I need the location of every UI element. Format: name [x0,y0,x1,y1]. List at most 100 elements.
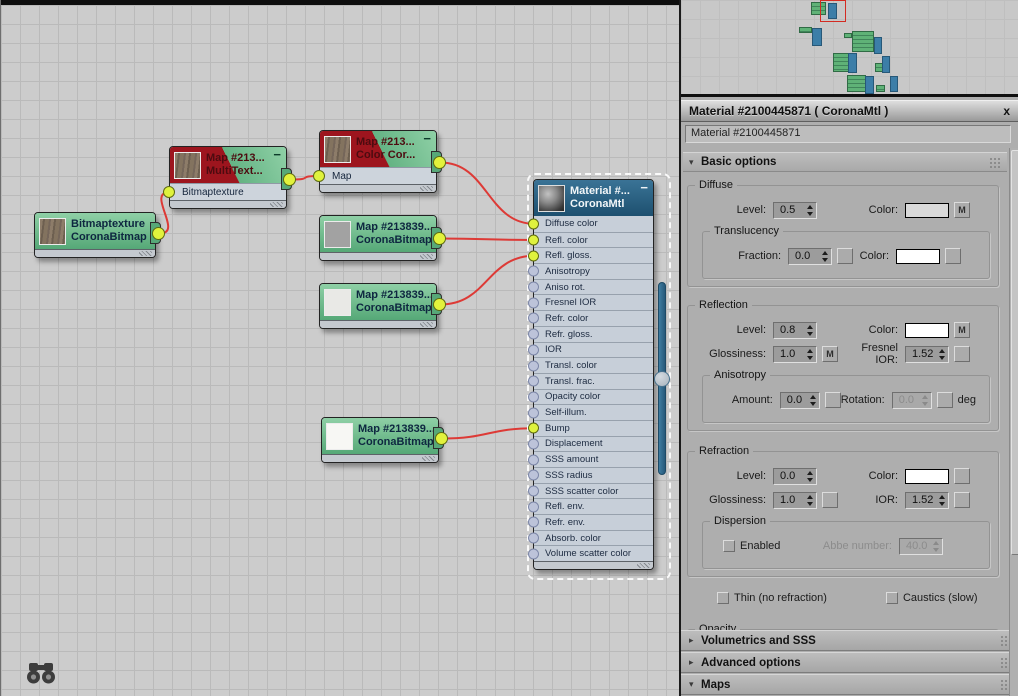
diffuse-level-spinner[interactable]: 0.5 [773,201,817,219]
input-socket[interactable] [528,407,539,419]
material-input-slot[interactable]: Refl. color [528,231,653,248]
input-socket[interactable] [528,516,539,528]
panel-scrollbar[interactable] [1009,148,1018,696]
node-footer[interactable] [320,320,436,328]
node-reflmap[interactable]: Map #213839... CoronaBitmap [319,215,446,261]
node-scrollbar-knob[interactable] [654,371,670,387]
spinner-arrows-icon[interactable] [807,324,816,336]
input-socket[interactable] [528,344,539,356]
input-socket[interactable] [528,438,539,450]
fresnel-ior-map-button[interactable] [954,346,970,362]
navigator-minimap[interactable] [681,0,1018,97]
refraction-ior-spinner[interactable]: 1.52 [905,491,949,509]
refraction-color-swatch[interactable] [905,468,949,484]
binoculars-icon[interactable] [25,661,57,690]
node-footer[interactable] [320,184,436,192]
input-socket[interactable] [528,328,539,340]
collapse-icon[interactable]: − [423,132,431,145]
panel-title-bar[interactable]: Material #2100445871 ( CoronaMtl ) x [681,100,1018,122]
node-header[interactable]: Map #213... Color Cor... − [320,131,436,167]
reflection-color-swatch[interactable] [905,322,949,338]
reflection-color-map-button[interactable]: M [954,322,970,338]
input-slot-bitmaptexture[interactable]: Bitmaptexture [163,183,286,200]
output-socket[interactable] [433,156,446,169]
node-editor-canvas[interactable]: Bitmaptexture CoronaBitmap Map #213... M… [0,0,679,696]
rollout-volumetrics-sss[interactable]: ▸ Volumetrics and SSS [681,630,1018,651]
node-bumpmap[interactable]: Map #213839... CoronaBitmap [321,417,448,463]
output-socket[interactable] [433,298,446,311]
material-input-slot[interactable]: Displacement [528,435,653,452]
dispersion-enabled-checkbox[interactable] [723,540,735,552]
input-socket[interactable] [528,422,539,434]
refraction-level-spinner[interactable]: 0.0 [773,467,817,485]
spinner-arrows-icon[interactable] [807,494,816,506]
rollout-maps[interactable]: ▾ Maps [681,674,1018,695]
node-header[interactable]: Material #... CoronaMtl − [534,180,653,216]
material-input-slot[interactable]: Refr. gloss. [528,325,653,342]
node-header[interactable]: Bitmaptexture CoronaBitmap [35,213,155,249]
input-socket[interactable] [528,312,539,324]
node-bitmaptexture[interactable]: Bitmaptexture CoronaBitmap [34,212,165,258]
anisotropy-amount-map-button[interactable] [824,392,841,408]
input-socket[interactable] [528,391,539,403]
material-input-slot[interactable]: SSS amount [528,451,653,467]
material-input-slot[interactable]: Transl. color [528,357,653,373]
material-input-slot[interactable]: Refr. env. [528,514,653,530]
input-socket[interactable] [528,454,539,466]
spinner-arrows-icon[interactable] [939,494,948,506]
node-header[interactable]: Map #213839... CoronaBitmap [320,284,436,320]
node-footer[interactable] [35,249,155,257]
input-socket[interactable] [528,469,539,481]
material-input-slot[interactable]: Refl. gloss. [528,247,653,264]
input-socket[interactable] [528,234,539,246]
diffuse-color-swatch[interactable] [905,202,949,218]
input-socket[interactable] [528,485,539,497]
node-header[interactable]: Map #213... MultiText... − [170,147,286,183]
material-input-slot[interactable]: SSS radius [528,467,653,483]
anisotropy-rotation-map-button[interactable] [936,392,953,408]
material-input-slot[interactable]: Volume scatter color [528,545,653,562]
input-socket[interactable] [528,250,539,262]
input-socket[interactable] [163,186,175,198]
anisotropy-amount-spinner[interactable]: 0.0 [779,391,820,409]
material-name-input[interactable]: Material #2100445871 [685,125,1011,143]
node-footer[interactable] [320,252,436,260]
output-socket[interactable] [152,227,165,240]
translucency-color-swatch[interactable] [896,248,940,264]
material-input-slot[interactable]: Absorb. color [528,529,653,546]
node-colorcorrection[interactable]: Map #213... Color Cor... − Map [313,130,446,193]
collapse-icon[interactable]: − [273,148,281,161]
spinner-arrows-icon[interactable] [809,394,819,406]
spinner-arrows-icon[interactable] [822,250,831,262]
close-icon[interactable]: x [1003,104,1010,118]
node-glossmap[interactable]: Map #213839... CoronaBitmap [319,283,446,329]
node-footer[interactable] [322,454,438,462]
material-input-slot[interactable]: Anisotropy [528,263,653,279]
input-socket[interactable] [528,265,539,277]
translucency-fraction-map-button[interactable] [837,248,853,264]
material-input-slot[interactable]: Fresnel IOR [528,294,653,311]
material-input-slot[interactable]: Diffuse color [528,216,653,232]
node-header[interactable]: Map #213839... CoronaBitmap [322,418,438,454]
material-input-slot[interactable]: SSS scatter color [528,482,653,499]
input-socket[interactable] [528,532,539,544]
material-input-slot[interactable]: Refr. color [528,310,653,326]
material-input-slot[interactable]: Self-illum. [528,404,653,420]
input-socket[interactable] [528,360,539,372]
node-header[interactable]: Map #213839... CoronaBitmap [320,216,436,252]
rollout-advanced-options[interactable]: ▸ Advanced options [681,652,1018,673]
refraction-glossiness-map-button[interactable] [822,492,838,508]
refraction-ior-map-button[interactable] [954,492,970,508]
input-slot-map[interactable]: Map [313,167,436,184]
input-socket[interactable] [528,375,539,387]
grip-icon[interactable] [989,156,1001,168]
node-footer[interactable] [534,561,653,570]
material-input-slot[interactable]: Opacity color [528,388,653,405]
output-socket[interactable] [283,173,296,186]
rollout-basic-options[interactable]: ▾ Basic options [683,152,1007,172]
output-socket[interactable] [433,232,446,245]
material-input-slot[interactable]: Bump [528,419,653,436]
material-input-slot[interactable]: Aniso rot. [528,278,653,295]
collapse-icon[interactable]: − [640,181,648,194]
node-coronamtl-material[interactable]: Material #... CoronaMtl − Diffuse color R… [528,179,654,571]
